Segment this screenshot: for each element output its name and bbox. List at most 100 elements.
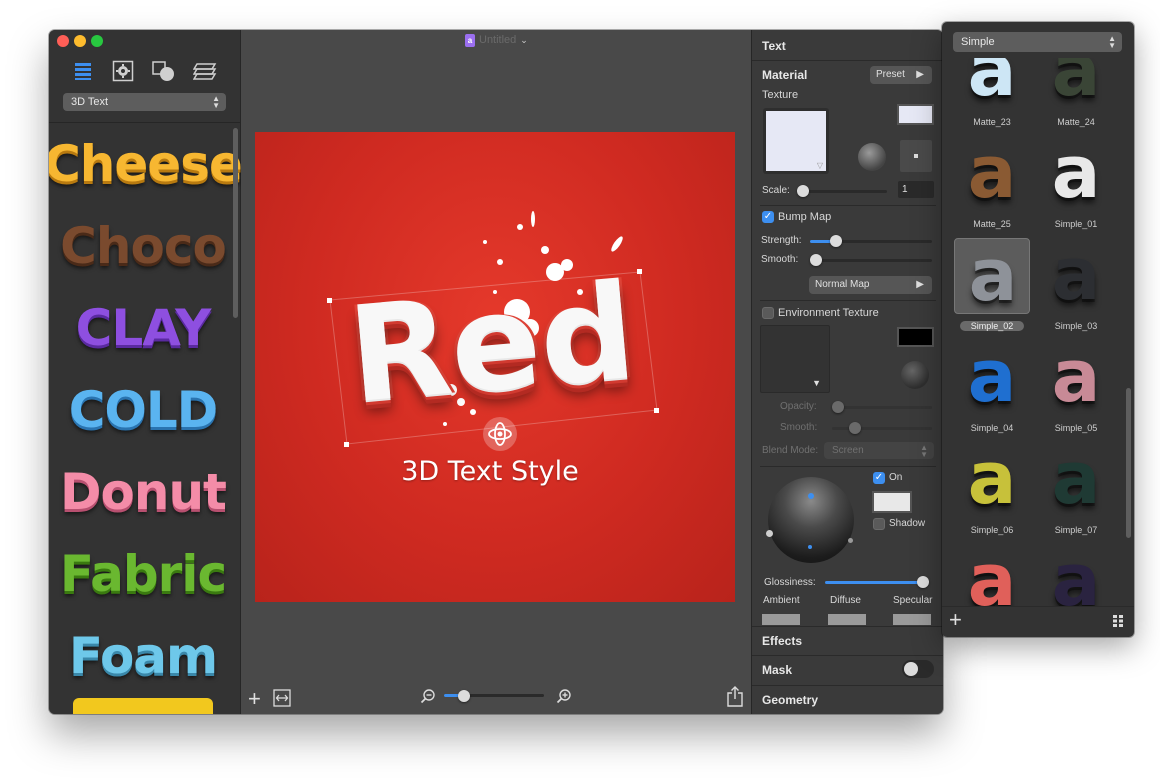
headline-text[interactable]: Red <box>322 255 663 433</box>
environment-angle-dial[interactable] <box>901 361 929 389</box>
normal-map-button[interactable]: Normal Map ▶ <box>809 276 932 294</box>
preset-glyph: a <box>1051 436 1101 520</box>
mask-toggle[interactable] <box>902 660 934 678</box>
subtitle-text[interactable]: 3D Text Style <box>355 456 625 487</box>
list-icon[interactable] <box>72 60 94 82</box>
diffuse-swatch[interactable] <box>828 614 866 625</box>
gear-icon[interactable] <box>112 60 134 82</box>
environment-color-swatch[interactable] <box>897 327 934 347</box>
preset-tile[interactable]: a <box>954 340 1030 416</box>
preset-tile[interactable]: a <box>954 58 1030 110</box>
normal-map-button-label: Normal Map <box>815 279 870 290</box>
scale-label: Scale: <box>762 185 790 196</box>
geometry-section-header[interactable]: Geometry <box>762 693 818 707</box>
scale-slider[interactable] <box>797 185 887 197</box>
bump-map-checkbox[interactable]: ✓ <box>762 211 774 223</box>
env-smooth-label: Smooth: <box>780 422 818 433</box>
preset-glyph: a <box>1051 334 1101 418</box>
zoom-out-icon[interactable] <box>420 688 436 704</box>
style-tile-fabric[interactable]: Fabric <box>55 542 231 606</box>
style-tile-choco[interactable]: Choco <box>55 214 231 278</box>
chevron-updown-icon: ▲ ▼ <box>212 94 220 110</box>
preset-tile[interactable]: a <box>954 238 1030 314</box>
add-preset-button[interactable]: + <box>949 609 962 631</box>
env-smooth-slider[interactable] <box>832 422 932 434</box>
preset-tile[interactable]: a <box>1038 136 1114 212</box>
zoom-in-icon[interactable] <box>556 688 572 704</box>
opacity-slider[interactable] <box>832 401 932 413</box>
style-tile-label: Choco <box>60 217 227 275</box>
light-handle[interactable] <box>766 530 773 537</box>
close-window-button[interactable] <box>57 35 69 47</box>
sidebar-scrollbar[interactable] <box>233 128 238 318</box>
preset-glyph: a <box>967 436 1017 520</box>
preset-tile[interactable]: a <box>1038 544 1114 606</box>
texture-well[interactable]: ▽ <box>763 108 829 174</box>
preset-button[interactable]: Preset ▶ <box>870 66 932 84</box>
preset-tile[interactable]: a <box>1038 340 1114 416</box>
texture-color-swatch[interactable] <box>897 104 934 125</box>
preset-name: Simple_04 <box>970 423 1014 433</box>
environment-texture-well[interactable]: ▼ <box>760 325 830 393</box>
ambient-swatch[interactable] <box>762 614 800 625</box>
style-tile-partial[interactable] <box>73 698 213 714</box>
strength-slider[interactable] <box>810 235 932 247</box>
style-tile-label: Foam <box>68 627 218 685</box>
material-section-header[interactable]: Material <box>762 68 807 82</box>
preset-grid: a Matte_23 a Matte_24 a Matte_25 a Simple_01 a Si… <box>942 58 1126 606</box>
texture-offset-pad[interactable] <box>900 140 932 172</box>
style-tile-cheese[interactable]: Cheese <box>49 132 243 196</box>
dropdown-triangle-icon: ▽ <box>816 161 823 170</box>
preset-tile[interactable]: a <box>954 136 1030 212</box>
zoom-window-button[interactable] <box>91 35 103 47</box>
smooth-slider[interactable] <box>810 254 932 266</box>
preset-name: Simple_07 <box>1054 525 1098 535</box>
preset-tile[interactable]: a <box>1038 58 1114 110</box>
light-on-checkbox[interactable]: ✓ <box>873 472 885 484</box>
shadow-checkbox[interactable] <box>873 518 885 530</box>
preset-tile[interactable]: a <box>954 544 1030 606</box>
preset-name: Simple_06 <box>970 525 1014 535</box>
light-handle[interactable] <box>848 538 853 543</box>
preset-scrollbar[interactable] <box>1126 388 1131 538</box>
style-tile-clay[interactable]: CLAY <box>55 296 231 360</box>
grid-view-icon[interactable] <box>1113 614 1123 627</box>
mask-section-header[interactable]: Mask <box>762 663 792 677</box>
style-tile-cold[interactable]: COLD <box>55 378 231 442</box>
text-section-header[interactable]: Text <box>762 39 786 53</box>
scale-input[interactable]: 1 <box>898 181 934 198</box>
sidebar-divider <box>49 122 241 123</box>
texture-label: Texture <box>762 89 799 101</box>
zoom-slider[interactable] <box>444 690 544 702</box>
preset-select[interactable]: Simple ▲ ▼ <box>953 32 1122 52</box>
transform-handle-icon[interactable] <box>483 417 517 451</box>
preset-tile[interactable]: a <box>1038 442 1114 518</box>
effects-section-header[interactable]: Effects <box>762 634 802 648</box>
chevron-updown-icon: ▲ ▼ <box>920 443 928 459</box>
blend-mode-select[interactable]: Screen ▲ ▼ <box>824 442 934 459</box>
light-color-swatch[interactable] <box>872 491 912 513</box>
dropdown-triangle-icon: ▼ <box>812 378 821 388</box>
share-icon[interactable] <box>726 686 744 708</box>
divider <box>760 300 936 301</box>
glossiness-slider[interactable] <box>825 576 929 588</box>
divider <box>752 626 943 627</box>
fit-canvas-icon[interactable] <box>273 689 291 707</box>
specular-swatch[interactable] <box>893 614 931 625</box>
add-layer-button[interactable]: + <box>248 688 261 710</box>
layers-icon[interactable] <box>192 60 217 82</box>
category-select[interactable]: 3D Text ▲ ▼ <box>63 93 226 111</box>
environment-texture-checkbox[interactable] <box>762 307 774 319</box>
preset-tile[interactable]: a <box>954 442 1030 518</box>
minimize-window-button[interactable] <box>74 35 86 47</box>
style-tile-donut[interactable]: Donut <box>55 460 231 524</box>
style-tile-foam[interactable]: Foam <box>55 624 231 688</box>
preset-tile[interactable]: a <box>1038 238 1114 314</box>
shapes-icon[interactable] <box>152 60 174 82</box>
glossiness-label: Glossiness: <box>764 577 816 588</box>
light-position-sphere[interactable] <box>768 477 854 563</box>
artboard[interactable]: Red 3D Text Style <box>255 132 735 602</box>
preset-glyph: a <box>967 130 1017 214</box>
texture-angle-dial[interactable] <box>858 143 886 171</box>
document-title[interactable]: a Untitled ⌄ <box>465 32 528 48</box>
